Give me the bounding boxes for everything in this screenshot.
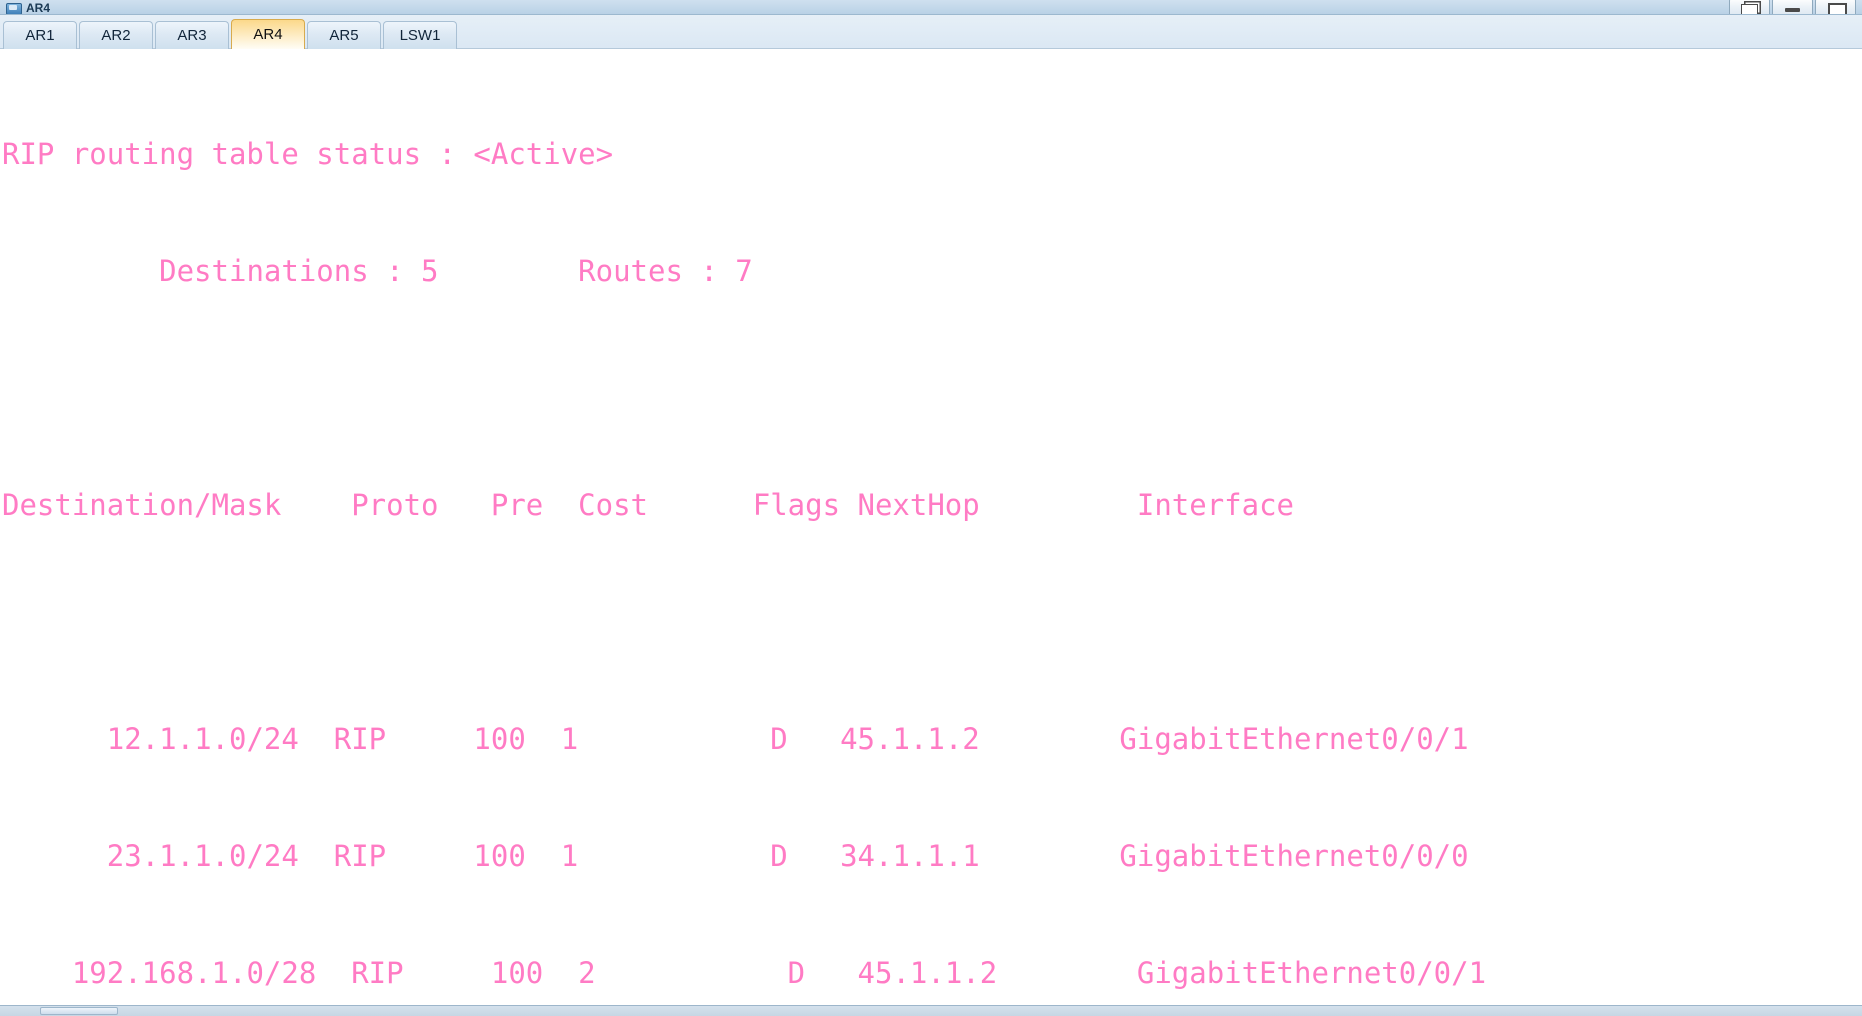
router-console-window: AR4 AR1 AR2 AR3 AR4 AR5 LSW1 RIP routing… <box>0 0 1862 1016</box>
restore-button[interactable] <box>1729 0 1770 14</box>
terminal-column-header: Destination/Mask Proto Pre Cost Flags Ne… <box>2 488 1295 522</box>
terminal-line: RIP routing table status : <Active> <box>2 137 614 171</box>
window-title: AR4 <box>26 1 51 15</box>
terminal-route-row: 23.1.1.0/24 RIP 100 1 D 34.1.1.1 Gigabit… <box>2 839 1469 873</box>
maximize-button[interactable] <box>1815 0 1856 14</box>
tab-ar3[interactable]: AR3 <box>155 21 229 49</box>
horizontal-scrollbar[interactable] <box>0 1005 1862 1016</box>
window-controls <box>1729 0 1862 14</box>
restore-icon <box>1741 4 1758 14</box>
tab-ar1[interactable]: AR1 <box>3 21 77 49</box>
terminal-output-area[interactable]: RIP routing table status : <Active> Dest… <box>0 49 1862 1005</box>
tab-ar4[interactable]: AR4 <box>231 19 305 49</box>
router-icon <box>6 0 22 14</box>
scrollbar-thumb[interactable] <box>40 1007 118 1015</box>
terminal-line: Destinations : 5 Routes : 7 <box>2 254 753 288</box>
terminal-route-row: 12.1.1.0/24 RIP 100 1 D 45.1.1.2 Gigabit… <box>2 722 1469 756</box>
tab-ar5[interactable]: AR5 <box>307 21 381 49</box>
tab-ar2[interactable]: AR2 <box>79 21 153 49</box>
terminal-route-row: 192.168.1.0/28 RIP 100 2 D 45.1.1.2 Giga… <box>2 956 1487 990</box>
title-bar-left: AR4 <box>0 0 50 14</box>
maximize-icon <box>1828 3 1847 14</box>
minimize-icon <box>1785 8 1800 12</box>
terminal-text: RIP routing table status : <Active> Dest… <box>0 57 1862 1005</box>
tab-lsw1[interactable]: LSW1 <box>383 21 457 49</box>
minimize-button[interactable] <box>1772 0 1813 14</box>
device-tab-bar: AR1 AR2 AR3 AR4 AR5 LSW1 <box>0 15 1862 49</box>
title-bar[interactable]: AR4 <box>0 0 1862 15</box>
